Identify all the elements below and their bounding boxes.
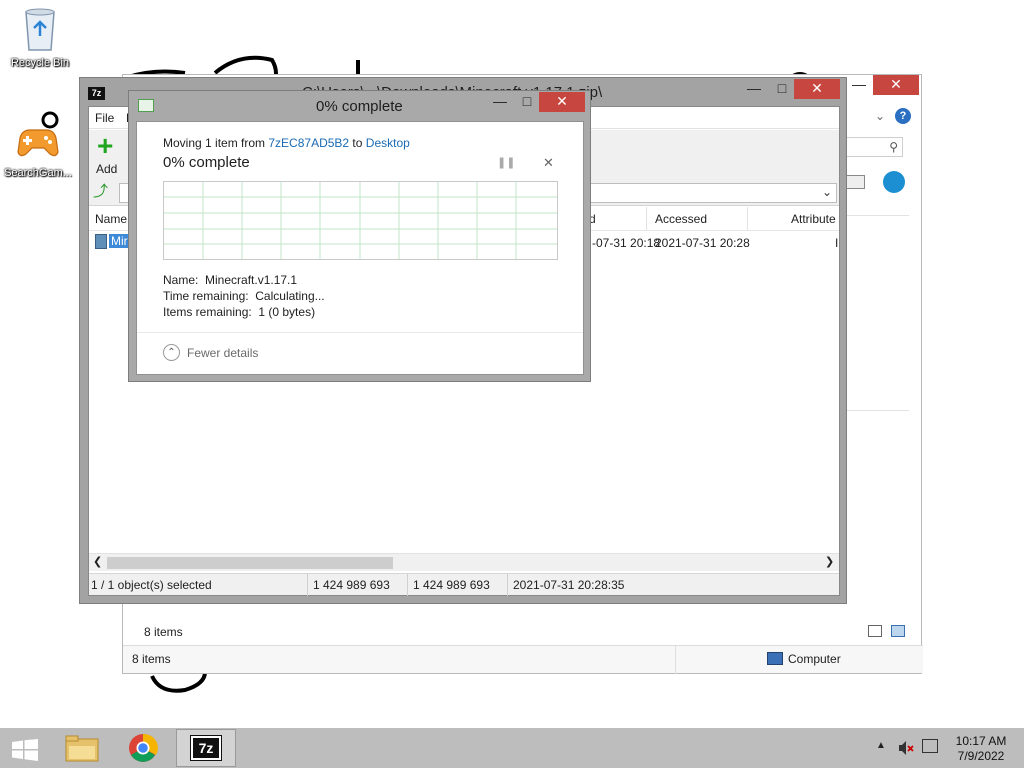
sevenzip-status-bar: 1 / 1 object(s) selected 1 424 989 693 1… (89, 573, 839, 596)
address-dropdown-icon[interactable]: ⌄ (822, 185, 832, 199)
taskbar-chrome[interactable] (114, 729, 174, 767)
folder-icon (65, 735, 99, 762)
moving-to: to (349, 136, 366, 150)
details-block: Name: Minecraft.v1.17.1 Time remaining: … (163, 272, 325, 320)
sevenzip-close-button[interactable]: ✕ (794, 79, 840, 99)
column-attributes[interactable]: Attribute (791, 212, 836, 226)
shell-icon[interactable] (883, 171, 905, 193)
dialog-title: 0% complete (316, 98, 403, 115)
dialog-client: Moving 1 item from 7zEC87AD5B2 to Deskto… (136, 121, 584, 375)
speaker-glyph (899, 741, 914, 755)
column-accessed[interactable]: Accessed (655, 212, 707, 226)
scroll-thumb[interactable] (107, 557, 393, 569)
windows-logo-icon (12, 739, 38, 761)
recycle-bin-label: Recycle Bin (10, 57, 70, 69)
tiles-view-icon[interactable] (891, 625, 905, 637)
sevenzip-minimize-button[interactable]: — (740, 79, 768, 99)
game-controller-icon (17, 111, 59, 157)
status-separator (675, 646, 676, 674)
explorer-minimize-button[interactable]: — (845, 75, 873, 95)
status-packed: 1 424 989 693 (413, 578, 490, 592)
fewer-details-label: Fewer details (187, 346, 259, 360)
status-date: 2021-07-31 20:28:35 (513, 578, 625, 592)
add-button[interactable]: + Add (93, 132, 125, 178)
progress-graph (163, 181, 558, 260)
search-icon: ⚲ (889, 140, 898, 154)
chevron-up-icon: ⌃ (163, 344, 180, 361)
time-label: Time remaining: (163, 289, 249, 303)
scroll-left-icon[interactable]: ❮ (93, 555, 102, 568)
progress-heading: 0% complete (163, 154, 250, 171)
file-modified: -07-31 20:18 (592, 236, 661, 250)
clock-time: 10:17 AM (955, 734, 1007, 748)
pause-icon[interactable]: ❚❚ (497, 156, 515, 169)
dialog-divider (137, 332, 583, 333)
cancel-icon[interactable]: ✕ (543, 155, 554, 171)
taskbar-explorer[interactable] (52, 729, 112, 767)
explorer-search-box[interactable]: ⚲ (841, 137, 903, 157)
explorer-item-count: 8 items (144, 625, 183, 639)
items-value: 1 (0 bytes) (258, 305, 316, 319)
network-icon[interactable] (922, 739, 938, 753)
dialog-maximize-button[interactable]: □ (513, 92, 541, 112)
scroll-right-icon[interactable]: ❯ (825, 555, 834, 568)
status-selected: 1 / 1 object(s) selected (91, 578, 212, 592)
file-attributes: I (835, 236, 839, 250)
taskbar-7zip[interactable]: 7z (176, 729, 236, 767)
explorer-status-bar: 8 items Computer (123, 645, 923, 674)
explorer-status-location: Computer (788, 652, 841, 666)
start-button[interactable] (0, 729, 50, 767)
moving-description: Moving 1 item from 7zEC87AD5B2 to Deskto… (163, 136, 410, 150)
name-value: Minecraft.v1.17.1 (205, 273, 298, 287)
zip-file-icon (95, 234, 107, 249)
name-label: Name: (163, 273, 199, 287)
details-view-icon[interactable] (868, 625, 882, 637)
chrome-icon (129, 733, 158, 762)
column-separator (646, 207, 647, 231)
sevenzip-taskbar-icon: 7z (190, 735, 222, 761)
view-icon[interactable] (845, 175, 865, 189)
explorer-close-button[interactable]: ✕ (873, 75, 919, 95)
taskbar: 7z ▲ 10:17 AM 7/9/2022 (0, 728, 1024, 768)
speaker-muted-icon[interactable] (898, 740, 914, 755)
destination-link[interactable]: Desktop (366, 136, 410, 150)
source-link[interactable]: 7zEC87AD5B2 (268, 136, 349, 150)
explorer-status-items: 8 items (132, 652, 171, 666)
show-hidden-icons[interactable]: ▲ (876, 740, 886, 751)
recycle-bin-shortcut[interactable]: Recycle Bin (2, 6, 78, 69)
progress-graph-grid (164, 182, 557, 259)
recycle-bin-icon (25, 8, 55, 51)
horizontal-scrollbar[interactable]: ❮ ❯ (89, 553, 839, 571)
explorer-divider (839, 215, 909, 216)
status-divider-2 (407, 574, 408, 596)
dialog-minimize-button[interactable]: — (486, 92, 514, 112)
items-label: Items remaining: (163, 305, 252, 319)
time-value: Calculating... (255, 289, 325, 303)
menu-file[interactable]: File (95, 111, 114, 125)
progress-dialog: 0% complete — □ ✕ Moving 1 item from 7zE… (128, 90, 591, 382)
searchgames-label: SearchGam... (4, 167, 72, 179)
up-folder-icon[interactable]: ⤴ (93, 184, 109, 200)
moving-prefix: Moving 1 item from (163, 136, 269, 150)
computer-icon (767, 652, 783, 665)
searchgames-shortcut[interactable]: SearchGam... (0, 110, 76, 179)
explorer-divider-2 (839, 410, 909, 411)
sevenzip-maximize-button[interactable]: □ (768, 79, 796, 99)
sevenzip-app-icon: 7z (88, 87, 105, 100)
status-size: 1 424 989 693 (313, 578, 390, 592)
add-label: Add (96, 162, 118, 176)
taskbar-clock[interactable]: 10:17 AM 7/9/2022 (948, 734, 1014, 764)
column-name[interactable]: Name (95, 212, 127, 226)
copy-progress-icon (138, 99, 154, 112)
file-name: Mir (109, 234, 130, 248)
status-divider-3 (507, 574, 508, 596)
status-divider (307, 574, 308, 596)
column-separator-2 (747, 207, 748, 231)
help-icon[interactable]: ? (895, 108, 911, 124)
add-icon: + (97, 130, 114, 161)
file-accessed: 2021-07-31 20:28 (655, 236, 750, 250)
chevron-down-icon[interactable]: ⌄ (875, 109, 885, 123)
clock-date: 7/9/2022 (957, 749, 1005, 763)
dialog-close-button[interactable]: ✕ (539, 92, 585, 112)
